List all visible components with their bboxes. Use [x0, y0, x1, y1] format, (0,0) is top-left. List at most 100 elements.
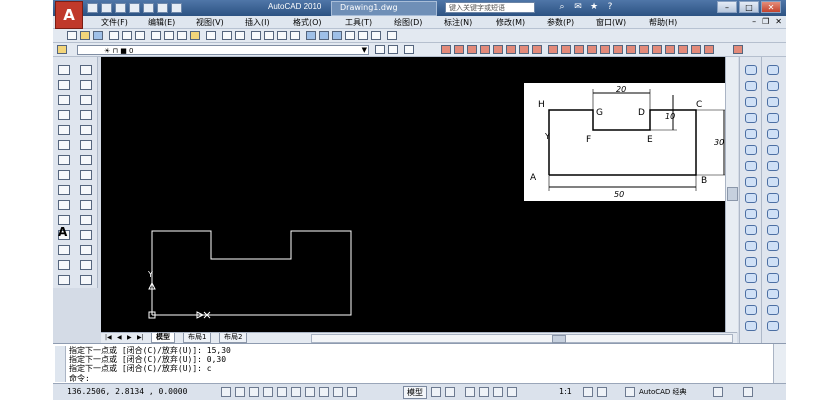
menu-dimension[interactable]: 标注(N): [444, 17, 472, 28]
annotation-scale[interactable]: 1:1: [559, 387, 572, 396]
snap-parallel-icon[interactable]: [745, 193, 757, 203]
command-window-grip[interactable]: [55, 346, 66, 382]
clean-screen-icon[interactable]: [743, 387, 753, 397]
tool-palettes-icon[interactable]: [332, 31, 342, 40]
join-icon[interactable]: [80, 245, 92, 255]
dim-continue-icon[interactable]: [574, 45, 584, 54]
minimize-button[interactable]: –: [717, 1, 737, 13]
workspace-switch-icon[interactable]: [625, 387, 635, 397]
extend-icon[interactable]: [80, 215, 92, 225]
rotate-icon[interactable]: [80, 155, 92, 165]
undo-icon[interactable]: [143, 3, 154, 13]
snap-center-icon[interactable]: [745, 129, 757, 139]
slice-icon[interactable]: [767, 289, 779, 299]
snap-perpendicular-icon[interactable]: [745, 177, 757, 187]
hatch-icon[interactable]: [58, 275, 70, 285]
break-icon[interactable]: [80, 230, 92, 240]
menu-insert[interactable]: 插入(I): [245, 17, 270, 28]
dim-ordinate-icon[interactable]: [480, 45, 490, 54]
preview-icon[interactable]: [122, 31, 132, 40]
help-toolbar-icon[interactable]: [387, 31, 397, 40]
tab-model[interactable]: 模型: [151, 333, 175, 343]
torus-icon[interactable]: [767, 145, 779, 155]
horizontal-scrollbar[interactable]: [311, 334, 733, 343]
sheet-set-icon[interactable]: [345, 31, 355, 40]
loft-icon[interactable]: [767, 225, 779, 235]
menu-tools[interactable]: 工具(T): [345, 17, 372, 28]
dim-update-icon[interactable]: [691, 45, 701, 54]
ellipse-icon[interactable]: [58, 200, 70, 210]
snap-apparent-icon[interactable]: [745, 321, 757, 331]
vertical-scroll-thumb[interactable]: [727, 187, 738, 201]
quick-properties-icon[interactable]: [347, 387, 357, 397]
doc-minimize-icon[interactable]: –: [752, 17, 756, 26]
snap-none-icon[interactable]: [745, 257, 757, 267]
redo-icon[interactable]: [157, 3, 168, 13]
lock-icon[interactable]: [713, 387, 723, 397]
cylinder-icon[interactable]: [767, 129, 779, 139]
dim-aligned-icon[interactable]: [454, 45, 464, 54]
auto-scale-icon[interactable]: [597, 387, 607, 397]
print-icon[interactable]: [109, 31, 119, 40]
properties-icon[interactable]: [306, 31, 316, 40]
ortho-mode-icon[interactable]: [249, 387, 259, 397]
model-space-button[interactable]: 模型: [403, 386, 427, 399]
magnet-icon[interactable]: [733, 45, 743, 54]
close-button[interactable]: ✕: [761, 1, 781, 13]
snap-mode-icon[interactable]: [221, 387, 231, 397]
plot-icon[interactable]: [129, 3, 140, 13]
dim-break-icon[interactable]: [600, 45, 610, 54]
markup-icon[interactable]: [358, 31, 368, 40]
circle-icon[interactable]: [58, 155, 70, 165]
dim-radius-icon[interactable]: [493, 45, 503, 54]
ellipse-arc-icon[interactable]: [58, 215, 70, 225]
quick-view-drawings-icon[interactable]: [445, 387, 455, 397]
trim-icon[interactable]: [80, 200, 92, 210]
dynamic-input-icon[interactable]: [319, 387, 329, 397]
dim-arc-icon[interactable]: [467, 45, 477, 54]
arc-icon[interactable]: [58, 140, 70, 150]
chamfer-icon[interactable]: [80, 260, 92, 270]
tab-layout2[interactable]: 布局2: [219, 333, 248, 343]
snap-intersection-icon[interactable]: [745, 97, 757, 107]
dim-jogged-icon[interactable]: [506, 45, 516, 54]
cone-icon[interactable]: [767, 97, 779, 107]
mirror-icon[interactable]: [80, 95, 92, 105]
open-file-icon[interactable]: [80, 31, 90, 40]
sphere-icon[interactable]: [767, 113, 779, 123]
zoom-status-icon[interactable]: [479, 387, 489, 397]
workspace-name[interactable]: AutoCAD 经典: [639, 387, 687, 397]
redo-toolbar-icon[interactable]: [235, 31, 245, 40]
open-icon[interactable]: [101, 3, 112, 13]
subtract-icon[interactable]: [767, 257, 779, 267]
revision-cloud-icon[interactable]: [58, 170, 70, 180]
make-current-icon[interactable]: [375, 45, 385, 54]
menu-view[interactable]: 视图(V): [196, 17, 224, 28]
block-editor-icon[interactable]: [206, 31, 216, 40]
polygon-icon[interactable]: [58, 110, 70, 120]
dim-space-icon[interactable]: [587, 45, 597, 54]
dim-style-icon[interactable]: [704, 45, 714, 54]
dim-angular-icon[interactable]: [532, 45, 542, 54]
search-input[interactable]: 键入关键字或短语: [445, 2, 535, 13]
array-icon[interactable]: [80, 125, 92, 135]
spline-icon[interactable]: [58, 185, 70, 195]
tolerance-icon[interactable]: [613, 45, 623, 54]
zoom-previous-icon[interactable]: [290, 31, 300, 40]
snap-temp-track-icon[interactable]: [745, 305, 757, 315]
menu-modify[interactable]: 修改(M): [496, 17, 525, 28]
tab-prev-icon[interactable]: ◀: [117, 334, 122, 341]
fillet-icon[interactable]: [80, 275, 92, 285]
rectangle-icon[interactable]: [58, 125, 70, 135]
steeringwheel-icon[interactable]: [493, 387, 503, 397]
showmotion-icon[interactable]: [507, 387, 517, 397]
drawn-polyline[interactable]: [151, 230, 352, 316]
snap-extension-icon[interactable]: [745, 113, 757, 123]
object-snap-icon[interactable]: [277, 387, 287, 397]
menu-edit[interactable]: 编辑(E): [148, 17, 175, 28]
snap-quadrant-icon[interactable]: [745, 145, 757, 155]
save-icon[interactable]: [115, 3, 126, 13]
favorites-icon[interactable]: ★: [588, 2, 600, 13]
new-icon[interactable]: [87, 3, 98, 13]
polar-tracking-icon[interactable]: [263, 387, 273, 397]
